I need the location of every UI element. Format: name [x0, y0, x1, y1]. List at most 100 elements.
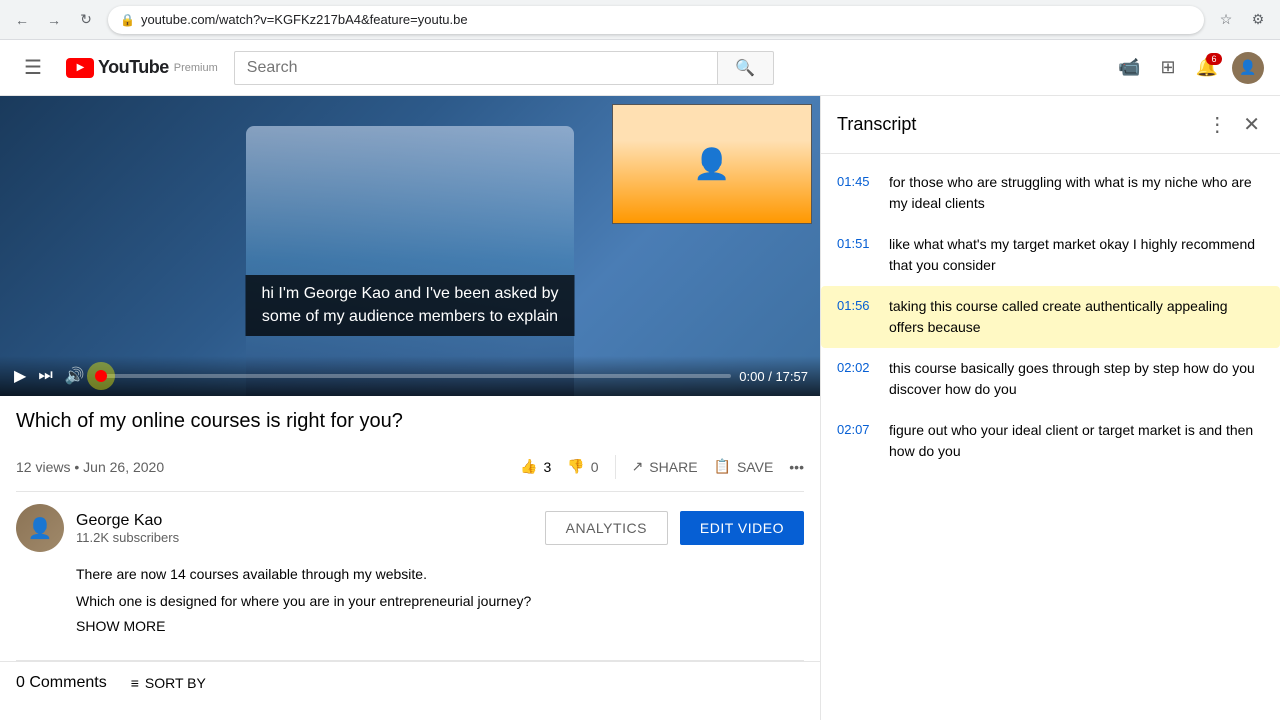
dislike-button[interactable]: 👎 0: [567, 450, 598, 483]
transcript-panel: Transcript ⋮ ✕ 01:45 for those who are st…: [820, 96, 1280, 720]
video-section: hi I'm George Kao and I've been asked by…: [0, 96, 820, 720]
apps-button[interactable]: ⊞: [1154, 51, 1181, 84]
video-actions: 👍 3 👎 0 ↗ SHARE 📋 SAVE: [520, 450, 804, 483]
header-actions: 📹 ⊞ 🔔 6 👤: [1112, 51, 1264, 84]
youtube-logo[interactable]: YouTube Premium: [66, 57, 218, 78]
menu-button[interactable]: ☰: [16, 47, 50, 88]
youtube-premium-label: Premium: [174, 62, 218, 74]
sort-button[interactable]: ≡ SORT BY: [131, 675, 206, 691]
share-button[interactable]: ↗ SHARE: [632, 450, 698, 483]
channel-avatar[interactable]: 👤: [16, 504, 64, 552]
save-icon: 📋: [714, 458, 731, 475]
comments-section: 0 Comments ≡ SORT BY: [0, 661, 820, 716]
transcript-time: 01:45: [837, 172, 873, 189]
like-button[interactable]: 👍 3: [520, 450, 551, 483]
view-count: 12 views: [16, 459, 70, 475]
bookmark-button[interactable]: ☆: [1212, 6, 1240, 34]
transcript-item[interactable]: 02:07 figure out who your ideal client or…: [821, 410, 1280, 472]
share-icon: ↗: [632, 458, 644, 475]
search-button[interactable]: 🔍: [718, 51, 774, 85]
video-player[interactable]: hi I'm George Kao and I've been asked by…: [0, 96, 820, 396]
transcript-time: 01:51: [837, 234, 873, 251]
user-avatar[interactable]: 👤: [1232, 52, 1264, 84]
more-actions-button[interactable]: •••: [789, 451, 804, 483]
transcript-text: taking this course called create authent…: [889, 296, 1264, 338]
more-icon: •••: [789, 459, 804, 475]
comments-count: 0 Comments: [16, 674, 107, 692]
volume-button[interactable]: 🔊: [63, 364, 87, 388]
channel-subscribers: 11.2K subscribers: [76, 530, 533, 545]
progress-thumb: [95, 370, 107, 382]
video-stats: 12 views • Jun 26, 2020: [16, 459, 164, 475]
comments-header: 0 Comments ≡ SORT BY: [16, 674, 804, 692]
transcript-title: Transcript: [837, 114, 916, 135]
transcript-item[interactable]: 02:02 this course basically goes through …: [821, 348, 1280, 410]
edit-video-button[interactable]: EDIT VIDEO: [680, 511, 804, 545]
video-caption: hi I'm George Kao and I've been asked by…: [246, 275, 575, 336]
channel-name[interactable]: George Kao: [76, 512, 533, 530]
main-content: hi I'm George Kao and I've been asked by…: [0, 96, 1280, 720]
channel-info: George Kao 11.2K subscribers: [76, 512, 533, 545]
address-bar[interactable]: 🔒 youtube.com/watch?v=KGFKz217bA4&featur…: [108, 6, 1204, 34]
transcript-item[interactable]: 01:56 taking this course called create au…: [821, 286, 1280, 348]
time-display: 0:00 / 17:57: [739, 369, 808, 384]
sort-icon: ≡: [131, 675, 139, 691]
youtube-header: ☰ YouTube Premium 🔍 📹 ⊞ 🔔 6 👤: [0, 40, 1280, 96]
browser-chrome: ← → ↻ 🔒 youtube.com/watch?v=KGFKz217bA4&…: [0, 0, 1280, 40]
forward-button[interactable]: →: [40, 6, 68, 34]
transcript-more-button[interactable]: ⋮: [1203, 108, 1231, 141]
camera-upload-button[interactable]: 📹: [1112, 51, 1146, 84]
url-text: youtube.com/watch?v=KGFKz217bA4&feature=…: [141, 12, 468, 27]
pip-overlay: 👤: [612, 104, 812, 224]
next-button[interactable]: ⏭: [36, 365, 54, 387]
transcript-header-actions: ⋮ ✕: [1203, 108, 1264, 141]
channel-action-buttons: ANALYTICS EDIT VIDEO: [545, 511, 804, 545]
progress-bar[interactable]: [95, 374, 732, 378]
save-button[interactable]: 📋 SAVE: [714, 450, 774, 483]
notification-badge: 6: [1206, 53, 1222, 65]
transcript-text: this course basically goes through step …: [889, 358, 1264, 400]
transcript-header: Transcript ⋮ ✕: [821, 96, 1280, 154]
transcript-close-button[interactable]: ✕: [1239, 108, 1264, 141]
transcript-list: 01:45 for those who are struggling with w…: [821, 154, 1280, 720]
upload-date-separator: •: [74, 459, 83, 475]
browser-actions: ☆ ⚙: [1212, 6, 1272, 34]
pip-person: 👤: [613, 105, 811, 223]
search-container: 🔍: [234, 51, 774, 85]
play-button[interactable]: ▶: [12, 364, 28, 388]
back-button[interactable]: ←: [8, 6, 36, 34]
youtube-logo-icon: [66, 58, 94, 78]
video-controls: ▶ ⏭ 🔊 0:00 / 17:57: [0, 356, 820, 396]
video-meta-row: 12 views • Jun 26, 2020 👍 3 👎 0: [16, 442, 804, 492]
upload-date: Jun 26, 2020: [83, 459, 164, 475]
transcript-item[interactable]: 01:51like what what's my target market o…: [821, 224, 1280, 286]
dislike-count: 0: [591, 459, 599, 475]
like-icon: 👍: [520, 458, 537, 475]
video-info: Which of my online courses is right for …: [0, 396, 820, 660]
search-input[interactable]: [234, 51, 718, 85]
analytics-button[interactable]: ANALYTICS: [545, 511, 668, 545]
dislike-icon: 👎: [567, 458, 584, 475]
caption-line1: hi I'm George Kao and I've been asked by: [262, 283, 559, 305]
nav-buttons: ← → ↻: [8, 6, 100, 34]
show-more-button[interactable]: SHOW MORE: [76, 618, 165, 634]
like-count: 3: [544, 459, 552, 475]
notifications-button[interactable]: 🔔 6: [1190, 51, 1224, 84]
video-title: Which of my online courses is right for …: [16, 408, 804, 434]
transcript-time: 01:56: [837, 296, 873, 313]
extensions-button[interactable]: ⚙: [1244, 6, 1272, 34]
description: There are now 14 courses available throu…: [16, 564, 804, 636]
lock-icon: 🔒: [120, 13, 135, 27]
transcript-time: 02:07: [837, 420, 873, 437]
action-divider: [615, 455, 616, 479]
transcript-text: figure out who your ideal client or targ…: [889, 420, 1264, 462]
transcript-text: for those who are struggling with what i…: [889, 172, 1264, 214]
transcript-item[interactable]: 01:45 for those who are struggling with w…: [821, 162, 1280, 224]
caption-line2: some of my audience members to explain: [262, 306, 559, 328]
channel-row: 👤 George Kao 11.2K subscribers ANALYTICS…: [16, 504, 804, 552]
transcript-time: 02:02: [837, 358, 873, 375]
description-line2: Which one is designed for where you are …: [76, 591, 804, 612]
youtube-logo-text: YouTube: [98, 57, 169, 78]
refresh-button[interactable]: ↻: [72, 6, 100, 34]
description-line1: There are now 14 courses available throu…: [76, 564, 804, 585]
